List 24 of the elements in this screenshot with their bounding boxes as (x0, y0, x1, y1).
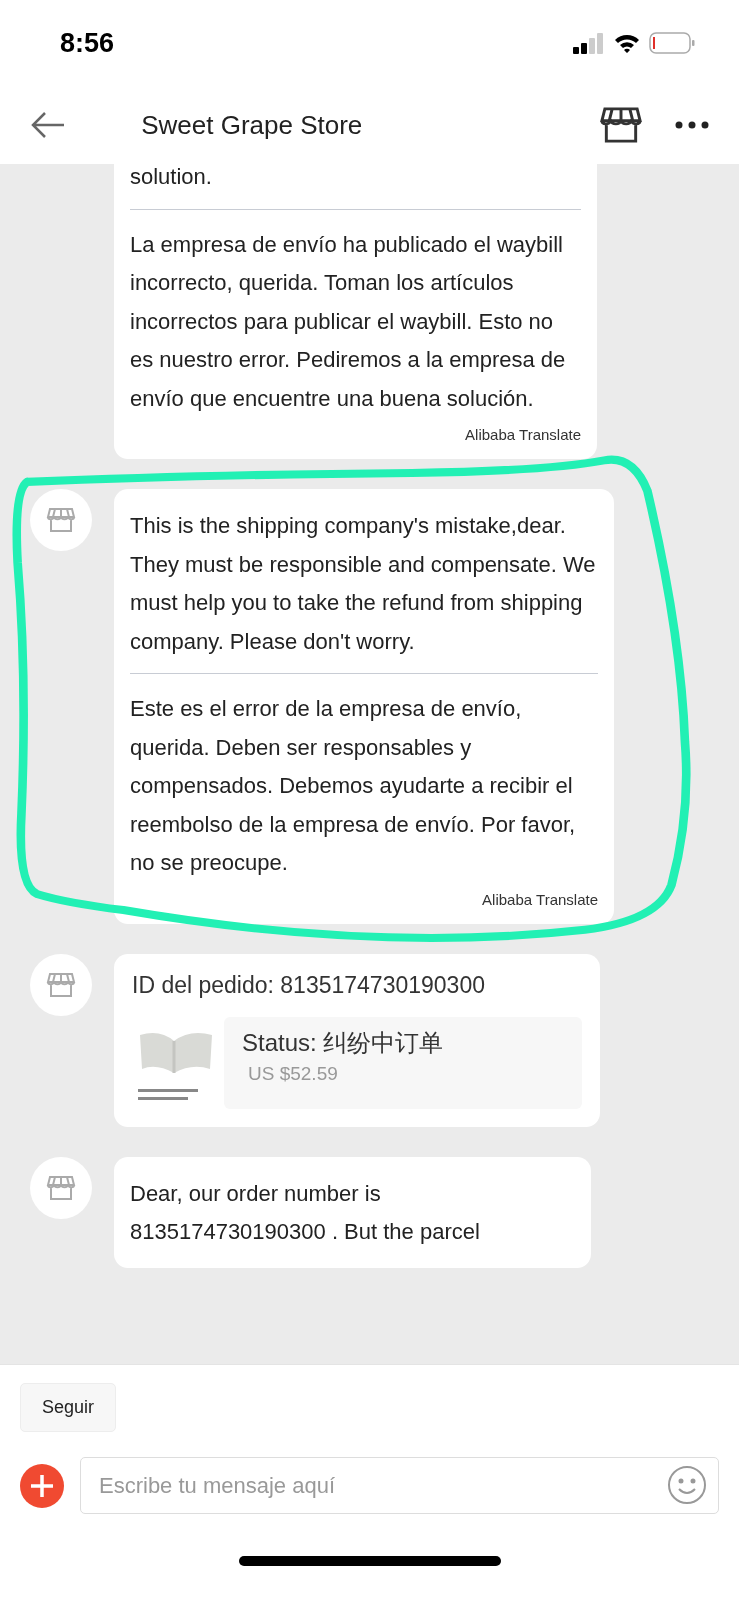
add-button[interactable] (20, 1463, 64, 1508)
wifi-icon (613, 32, 641, 54)
translated-text: La empresa de envío ha publicado el waybill incorrecto, querida. Toman los artículos incorrectos para publicar el waybill. Esto no es nuestro error. Pediremos a la empresa de envío que encuentre una buena solución. (130, 230, 567, 413)
status-time: 8:56 (60, 27, 115, 59)
message-text: Dear, our order number is 8135174730190300 . But the parcel (130, 1179, 481, 1246)
follow-button[interactable]: Seguir (20, 1383, 117, 1432)
back-button[interactable] (30, 110, 66, 140)
translator-label: Alibaba Translate (481, 890, 598, 908)
store-icon (46, 505, 76, 535)
battery-icon (649, 31, 695, 55)
signal-icon (573, 32, 605, 54)
translator-label: Alibaba Translate (464, 426, 581, 443)
window-title: Sweet Grape Store (140, 109, 364, 141)
more-button[interactable] (675, 120, 709, 130)
order-price: US $52.59 (247, 1062, 339, 1085)
emoji-icon[interactable] (667, 1465, 707, 1505)
order-status: Status: 纠纷中订单 (242, 1027, 445, 1058)
message-text: This is the shipping company's mistake,dear. They must be responsible and compensate. We must help you to take the refund from shipping company. Please don't worry. (130, 512, 597, 656)
translated-text: Este es el error de la empresa de envío, querida. Deben ser responsables y compensados. Debemos ayudarte a recibir el reembolso de la empresa de envío. Por favor, no se preocupe. (130, 695, 577, 877)
order-card[interactable]: ID del pedido: 8135174730190300 Status: 纠纷中订单 US $52.59 (114, 953, 600, 1127)
message-text: solution. (130, 164, 213, 191)
order-id: ID del pedido: 8135174730190300 (132, 971, 486, 999)
message-field[interactable]: Escribe tu mensaje aquí (80, 1457, 719, 1514)
plus-icon (29, 1472, 55, 1499)
